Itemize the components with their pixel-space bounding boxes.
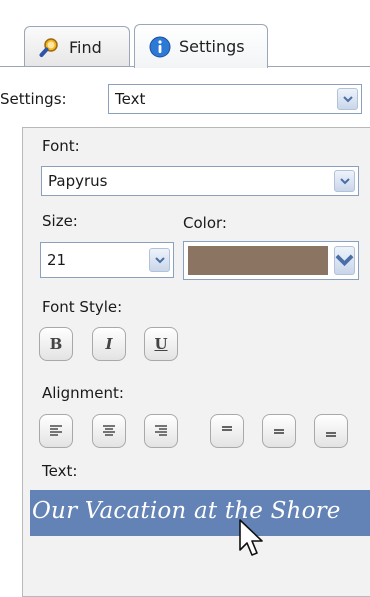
color-swatch (188, 246, 328, 275)
bold-button[interactable]: B (39, 327, 73, 361)
tab-find[interactable]: Find (24, 26, 130, 67)
text-label: Text: (42, 462, 78, 480)
align-center-button[interactable] (92, 414, 126, 448)
align-right-icon (155, 425, 167, 436)
tab-bar: Find Settings (0, 0, 370, 68)
valign-top-icon (222, 426, 232, 431)
size-dropdown[interactable]: 21 (40, 242, 174, 278)
text-input[interactable]: Our Vacation at the Shore (30, 490, 370, 536)
underline-button-label: U (154, 335, 168, 353)
size-value: 21 (47, 251, 67, 269)
tab-settings[interactable]: Settings (134, 24, 268, 68)
font-value: Papyrus (48, 172, 108, 190)
underline-button[interactable]: U (144, 327, 178, 361)
font-label: Font: (42, 137, 80, 155)
valign-middle-button[interactable] (262, 414, 296, 448)
mouse-cursor-icon (239, 519, 263, 556)
valign-middle-icon (274, 429, 284, 434)
settings-dropdown[interactable]: Text (108, 84, 362, 114)
tab-settings-label: Settings (179, 37, 245, 56)
chevron-down-icon[interactable] (337, 88, 358, 110)
chevron-down-icon[interactable] (334, 246, 355, 275)
settings-value: Text (115, 90, 146, 108)
settings-label: Settings: (0, 90, 67, 108)
valign-bottom-button[interactable] (314, 414, 348, 448)
bold-button-label: B (49, 335, 63, 353)
italic-button-label: I (105, 335, 113, 353)
color-label: Color: (183, 214, 227, 232)
text-input-value: Our Vacation at the Shore (32, 498, 341, 524)
chevron-down-icon[interactable] (149, 248, 170, 272)
font-style-label: Font Style: (42, 298, 123, 316)
settings-row: Settings: Text (0, 82, 370, 118)
font-dropdown[interactable]: Papyrus (41, 166, 359, 196)
align-left-icon (50, 425, 62, 436)
info-icon (149, 36, 171, 58)
magnifier-icon (39, 36, 61, 58)
size-label: Size: (42, 212, 78, 230)
italic-button[interactable]: I (92, 327, 126, 361)
color-picker[interactable] (183, 241, 359, 280)
valign-top-button[interactable] (210, 414, 244, 448)
chevron-down-icon[interactable] (334, 170, 355, 192)
valign-bottom-icon (326, 432, 336, 437)
align-right-button[interactable] (144, 414, 178, 448)
align-left-button[interactable] (39, 414, 73, 448)
alignment-label: Alignment: (42, 384, 124, 402)
tab-find-label: Find (69, 37, 102, 57)
align-center-icon (103, 425, 115, 436)
